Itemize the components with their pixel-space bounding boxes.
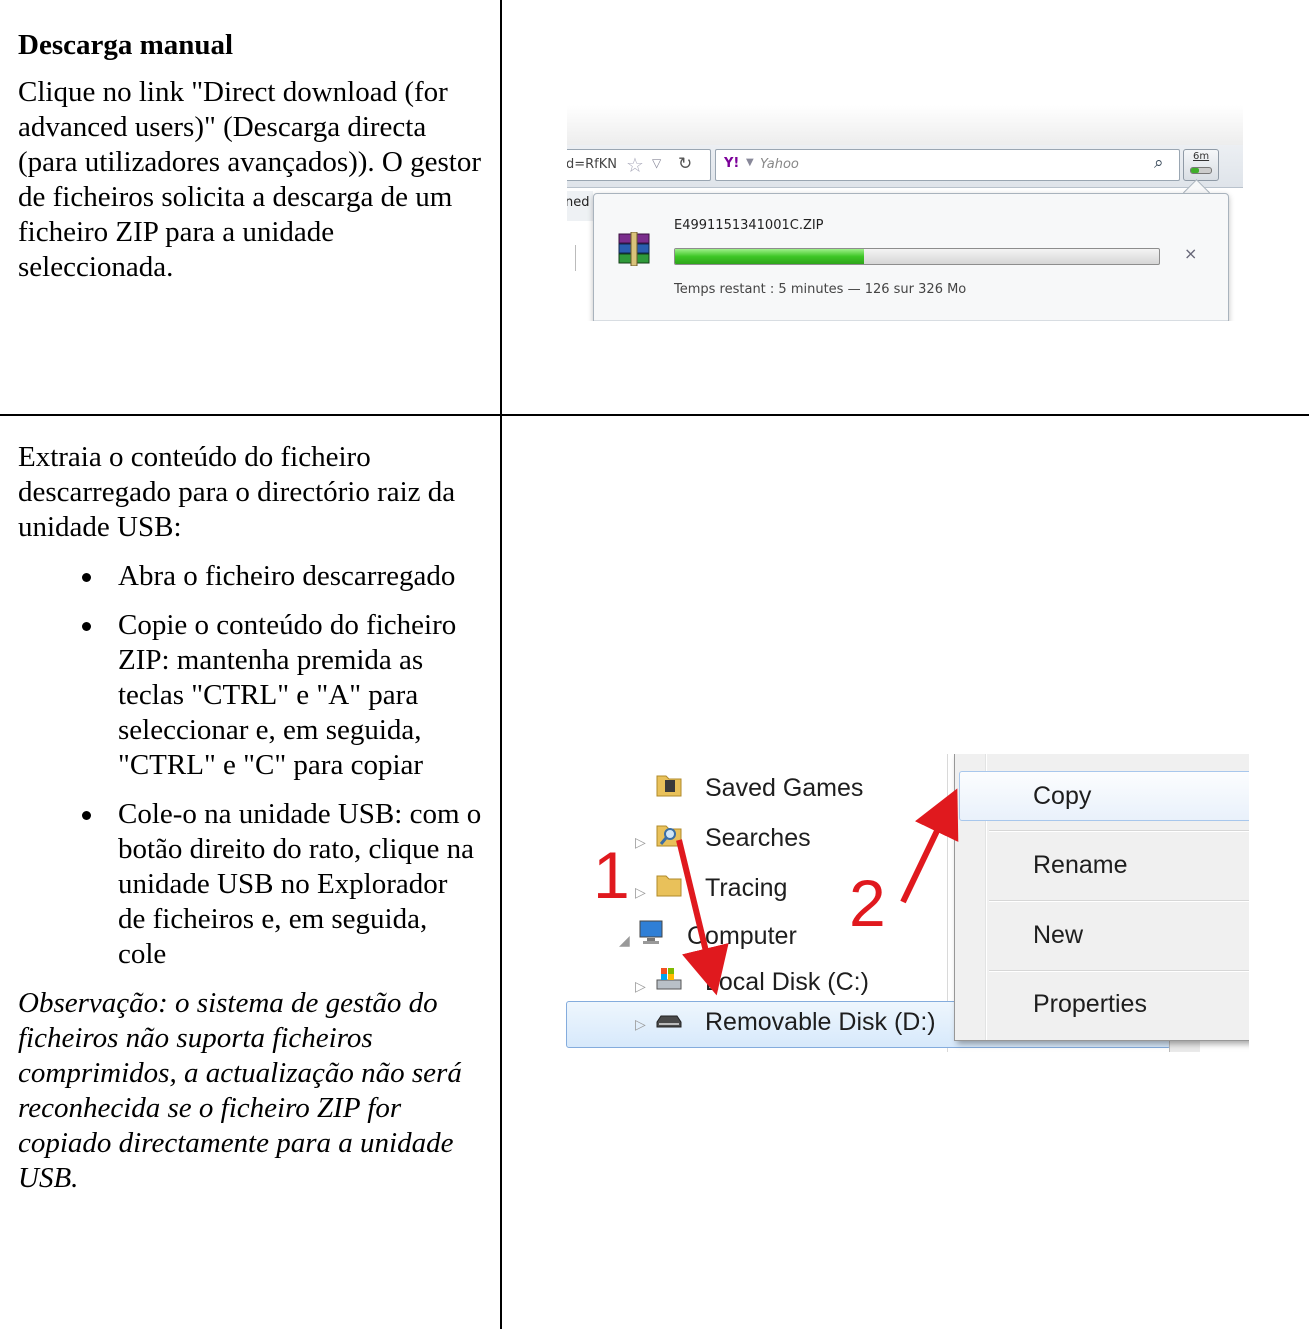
zip-archive-icon xyxy=(618,232,650,266)
cancel-download-icon[interactable]: × xyxy=(1184,244,1197,263)
url-text: d=RfKN xyxy=(567,157,618,172)
mini-progress xyxy=(1190,167,1212,174)
list-item: Cole-o na unidade USB: com o botão direi… xyxy=(18,797,482,972)
search-icon[interactable]: ⌕ xyxy=(1154,153,1164,173)
arrow-icon xyxy=(900,788,959,904)
search-placeholder: Yahoo xyxy=(760,157,799,172)
bullet-icon xyxy=(82,811,91,820)
instruction-cell-manual-download: Descarga manual Clique no link "Direct d… xyxy=(0,0,502,416)
list-item: Copie o conteúdo do ficheiro ZIP: manten… xyxy=(18,608,482,783)
tab-fragment[interactable]: ned xyxy=(567,191,593,221)
bullet-icon xyxy=(82,573,91,582)
download-file-name[interactable]: E4991151341001C.ZIP xyxy=(674,218,824,233)
download-progress-fill xyxy=(675,249,864,264)
download-panel: E4991151341001C.ZIP × Temps restant : 5 … xyxy=(593,193,1229,321)
downloads-time-label: 6m xyxy=(1193,151,1210,162)
section-intro: Extraia o conteúdo do ficheiro descarreg… xyxy=(18,441,456,543)
browser-download-screenshot: d=RfKN ☆ ▽ ↻ Y! ▼ Yahoo ⌕ 6m ned E499115… xyxy=(567,105,1243,321)
downloads-button[interactable]: 6m xyxy=(1183,149,1219,181)
search-input[interactable]: Y! ▼ Yahoo ⌕ xyxy=(715,149,1180,181)
download-progress-bar xyxy=(674,248,1160,265)
bullet-icon xyxy=(82,622,91,631)
instruction-cell-extract: Extraia o conteúdo do ficheiro descarreg… xyxy=(0,414,502,1329)
section-title: Descarga manual xyxy=(18,29,234,61)
engine-dropdown-icon[interactable]: ▼ xyxy=(746,157,754,168)
note-text: Observação: o sistema de gestão do fiche… xyxy=(18,987,462,1194)
history-dropdown-icon[interactable]: ▽ xyxy=(652,156,661,170)
window-top xyxy=(567,105,1243,145)
reload-icon[interactable]: ↻ xyxy=(678,154,692,174)
download-status: Temps restant : 5 minutes — 126 sur 326 … xyxy=(674,282,967,297)
annotation-arrows xyxy=(676,788,959,996)
divider xyxy=(575,245,576,271)
yahoo-logo-icon[interactable]: Y! xyxy=(724,156,739,171)
bookmark-star-icon[interactable]: ☆ xyxy=(626,153,644,177)
list-item: Abra o ficheiro descarregado xyxy=(18,559,482,594)
section-body: Clique no link "Direct download (for adv… xyxy=(18,76,481,283)
arrow-icon xyxy=(676,839,729,996)
address-bar[interactable]: d=RfKN ☆ ▽ ↻ xyxy=(567,149,711,181)
divider xyxy=(594,320,1228,321)
explorer-screenshot: Saved Games ▷ Searches ▷ Tracing ◢ Compu… xyxy=(563,754,1249,1052)
steps-list: Abra o ficheiro descarregado Copie o con… xyxy=(18,559,482,972)
